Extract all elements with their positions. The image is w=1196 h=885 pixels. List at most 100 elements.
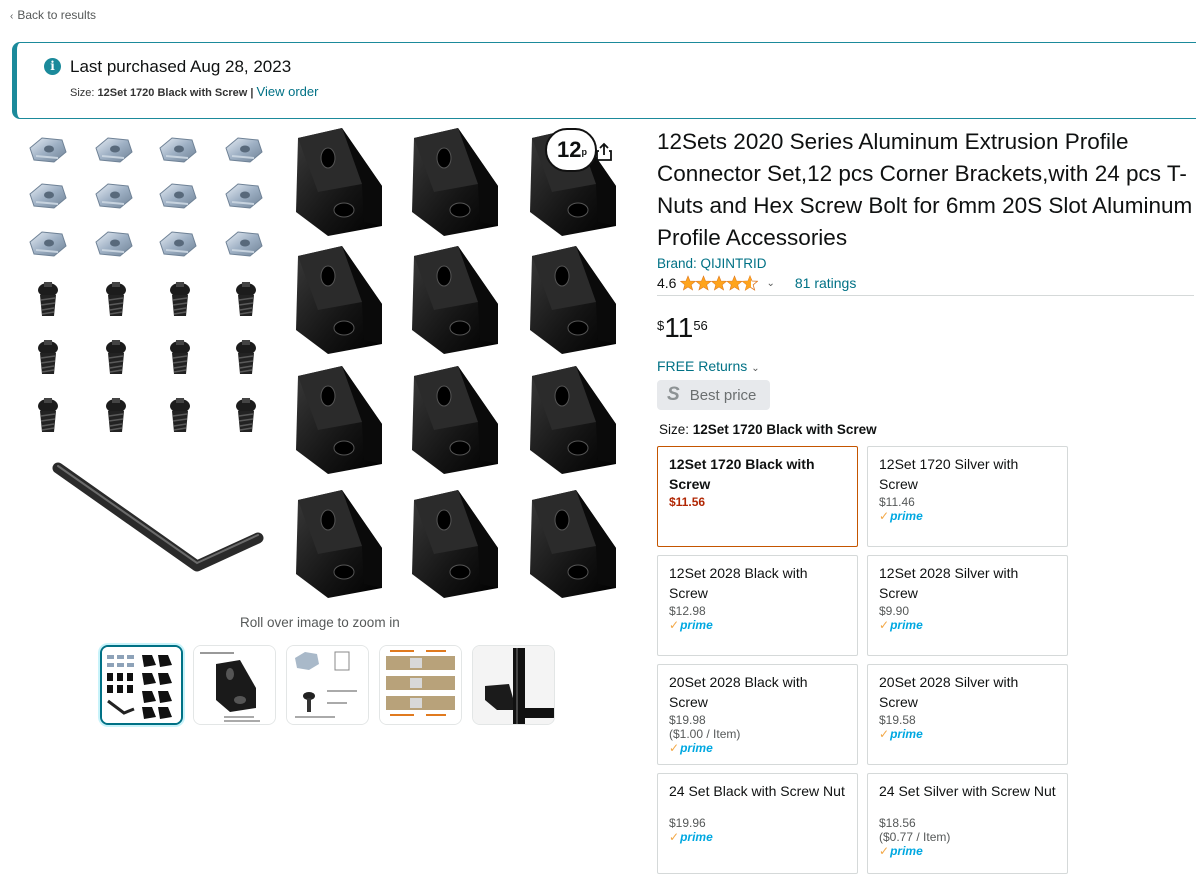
prime-check-icon: ✓ [669,830,680,844]
back-to-results-link[interactable]: ‹ Back to results [10,8,96,22]
info-icon: i [44,58,61,75]
prime-label: prime [680,618,713,632]
bolts-group [37,281,257,433]
best-price-badge: S Best price [657,380,770,410]
size-option[interactable]: 12Set 2028 Silver with Screw $9.90 ✓ prime [867,555,1068,656]
thumbnail-strip [100,645,555,725]
prime-check-icon: ✓ [879,844,890,858]
prime-check-icon: ✓ [669,618,680,632]
size-option-price: $9.90 [879,604,910,618]
last-purchased-title: Last purchased Aug 28, 2023 [70,57,292,76]
hex-key [52,462,264,572]
size-option-unit-price: ($0.77 / Item) [879,830,951,844]
product-details: 12Sets 2020 Series Aluminum Extrusion Pr… [657,126,1194,874]
prime-label: prime [890,509,923,523]
size-options-grid: 12Set 1720 Black with Screw $11.56 12Set 1… [657,446,1194,874]
prime-badge: ✓ prime [879,618,1056,632]
size-option-name: 20Set 2028 Silver with Screw [879,674,1019,710]
free-returns-link[interactable]: FREE Returns ⌄ [657,358,1194,374]
rating-row: 4.6 ⌄ 81 ratings [657,275,1194,296]
prime-label: prime [890,727,923,741]
size-option-name: 12Set 2028 Black with Screw [669,565,808,601]
thumbnail-installation-steps[interactable] [379,645,462,725]
back-label: Back to results [17,8,97,22]
size-option-name: 12Set 1720 Black with Screw [669,456,815,492]
prime-label: prime [680,830,713,844]
size-option-name: 20Set 2028 Black with Screw [669,674,808,710]
size-option-price: $11.56 [669,495,706,509]
size-option-price: $19.58 [879,713,916,727]
prime-check-icon: ✓ [669,741,680,755]
size-option[interactable]: 12Set 1720 Silver with Screw $11.46 ✓ prime [867,446,1068,547]
product-kit-illustration [29,127,617,599]
size-selected-value: 12Set 1720 Black with Screw [692,422,877,437]
thumbnail-t-nut-and-screw[interactable] [286,645,369,725]
badge-unit: p [581,147,587,157]
size-selector-label: Size: 12Set 1720 Black with Screw [657,422,1194,437]
size-option[interactable]: 12Set 1720 Black with Screw $11.56 [657,446,858,547]
star-icons [680,275,759,291]
price-symbol: $ [657,318,665,333]
size-option-price: $11.46 [879,495,915,509]
rating-value: 4.6 [657,275,677,291]
prime-check-icon: ✓ [879,727,890,741]
thumbnail-installed-on-profile[interactable] [472,645,555,725]
prime-badge: ✓ prime [879,844,1056,858]
separator: | [250,87,254,99]
size-option[interactable]: 24 Set Black with Screw Nut $19.96 ✓ prime [657,773,858,874]
size-label-prefix: Size: [659,422,690,437]
size-option-price: $18.56 [879,816,916,830]
prime-badge: ✓ prime [879,509,1056,523]
size-option[interactable]: 20Set 2028 Black with Screw $19.98 ($1.00 … [657,664,858,765]
ratings-count-link[interactable]: 81 ratings [795,275,856,291]
prime-badge: ✓ prime [669,618,846,632]
prime-badge: ✓ prime [669,741,846,755]
star-rating[interactable] [680,275,759,291]
price-fraction: 56 [693,318,708,333]
size-option-price: $19.96 [669,816,706,830]
size-option[interactable]: 12Set 2028 Black with Screw $12.98 ✓ prime [657,555,858,656]
size-option-name: 12Set 1720 Silver with Screw [879,456,1019,492]
chevron-down-icon[interactable]: ⌄ [766,278,774,289]
prime-badge: ✓ prime [879,727,1056,741]
product-title: 12Sets 2020 Series Aluminum Extrusion Pr… [657,129,1193,250]
chevron-left-icon: ‹ [10,11,14,22]
prime-label: prime [890,618,923,632]
prime-check-icon: ✓ [879,618,890,632]
best-price-label: Best price [689,386,757,404]
size-option-unit-price: ($1.00 / Item) [669,727,741,741]
prime-check-icon: ✓ [879,509,890,523]
size-value: 12Set 1720 Black with Screw [97,87,248,99]
size-option-name: 12Set 2028 Silver with Screw [879,565,1019,601]
size-option-name: 24 Set Silver with Screw Nut [879,783,1056,799]
size-option-name: 24 Set Black with Screw Nut [669,783,845,799]
thumbnail-bracket-dimensions[interactable] [193,645,276,725]
main-product-image[interactable] [22,120,632,610]
share-icon[interactable] [595,142,613,167]
last-purchased-banner: i Last purchased Aug 28, 2023 Size: 12Se… [12,42,1196,119]
brand-link[interactable]: Brand: QIJINTRID [657,256,1194,271]
t-nuts-group [29,137,263,257]
size-prefix: Size: [70,87,95,99]
piece-count-badge: 12p [545,128,597,172]
prime-label: prime [680,741,713,755]
brackets-group [295,127,617,599]
size-option[interactable]: 24 Set Silver with Screw Nut $18.56 ($0.77… [867,773,1068,874]
view-order-link[interactable]: View order [257,84,319,99]
zoom-hint: Roll over image to zoom in [240,615,400,630]
size-option-price: $19.98 [669,713,706,727]
prime-label: prime [890,844,923,858]
s-logo-icon: S [667,384,680,405]
thumbnail-kit-overview[interactable] [100,645,183,725]
prime-badge: ✓ prime [669,830,846,844]
last-purchased-size: Size: 12Set 1720 Black with Screw | View… [70,84,318,99]
size-option[interactable]: 20Set 2028 Silver with Screw $19.58 ✓ prime [867,664,1068,765]
size-option-price: $12.98 [669,604,706,618]
badge-count: 12 [557,137,582,162]
price: $ 11 56 [657,314,1194,342]
free-returns-label: FREE Returns [657,358,748,374]
chevron-down-icon: ⌄ [751,363,760,374]
price-whole: 11 [664,312,694,343]
